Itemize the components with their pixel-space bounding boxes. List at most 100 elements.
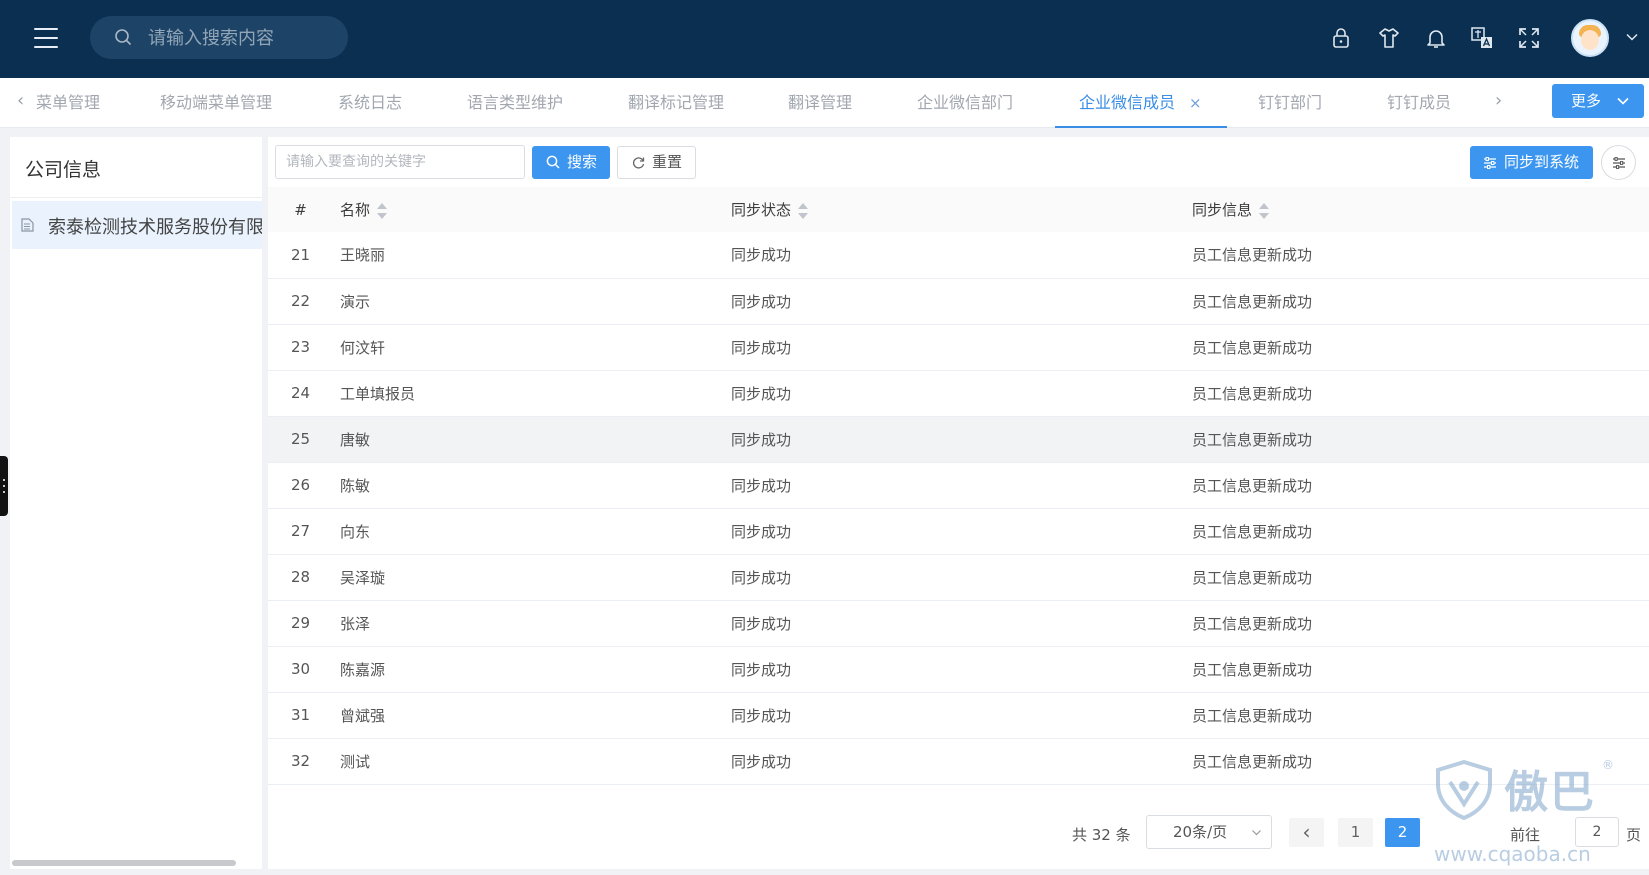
search-button-label: 搜索 (567, 153, 598, 171)
more-tabs-label: 更多 (1571, 92, 1602, 110)
tab-label: 钉钉成员 (1387, 93, 1452, 112)
tab-label: 翻译标记管理 (628, 93, 725, 112)
keyword-search-input[interactable] (275, 145, 525, 179)
table-row[interactable]: 25 唐敏 同步成功 员工信息更新成功 (268, 416, 1649, 463)
sort-icon[interactable] (798, 202, 809, 219)
page-size-value: 20条/页 (1173, 823, 1228, 841)
row-status: 同步成功 (724, 646, 1185, 693)
table-header-row: # 名称 同步状态 同步信息 (268, 187, 1649, 232)
table-row[interactable]: 24 工单填报员 同步成功 员工信息更新成功 (268, 370, 1649, 417)
tabs-bar: ‹ 菜单管理 移动端菜单管理 系统日志 语言类型维护 翻译标记管理 翻译管理 企… (0, 78, 1649, 128)
table-row[interactable]: 28 吴泽璇 同步成功 员工信息更新成功 (268, 554, 1649, 601)
reset-button[interactable]: 重置 (617, 146, 696, 179)
tab-wecom-departments[interactable]: 企业微信部门 (917, 78, 1013, 128)
document-icon (21, 218, 34, 232)
table-row[interactable]: 32 测试 同步成功 员工信息更新成功 (268, 738, 1649, 785)
row-status: 同步成功 (724, 554, 1185, 601)
table-row[interactable]: 31 曾斌强 同步成功 员工信息更新成功 (268, 692, 1649, 739)
page-2-button[interactable]: 2 (1385, 818, 1420, 847)
reset-button-label: 重置 (652, 153, 683, 171)
bell-icon[interactable] (1424, 26, 1448, 50)
tab-mobile-menu-management[interactable]: 移动端菜单管理 (160, 78, 272, 128)
column-header-label: 同步状态 (731, 201, 792, 219)
chevron-down-icon[interactable] (1625, 30, 1639, 44)
row-name: 陈敏 (333, 462, 724, 509)
row-index: 28 (268, 554, 333, 601)
chevron-down-icon (1617, 97, 1629, 105)
theme-icon[interactable] (1377, 26, 1401, 50)
table-row[interactable]: 22 演示 同步成功 员工信息更新成功 (268, 278, 1649, 325)
row-status: 同步成功 (724, 416, 1185, 463)
company-panel-title: 公司信息 (25, 159, 102, 181)
table-row[interactable]: 27 向东 同步成功 员工信息更新成功 (268, 508, 1649, 555)
table-row[interactable]: 21 王晓丽 同步成功 员工信息更新成功 (268, 232, 1649, 279)
members-table: # 名称 同步状态 同步信息 21 王晓丽 同步成功 员工信息更新成功 22 演示 同步成功… (268, 187, 1649, 785)
row-status: 同步成功 (724, 370, 1185, 417)
row-name: 演示 (333, 278, 724, 325)
column-header-info[interactable]: 同步信息 (1185, 187, 1649, 232)
members-panel: 搜索 重置 同步到系统 # 名称 同步状态 同步信息 21王晓丽同步成功员工信息… (268, 137, 1649, 869)
close-icon[interactable]: × (1189, 94, 1202, 112)
tab-dingtalk-members[interactable]: 钉钉成员 (1387, 78, 1451, 128)
tab-language-type[interactable]: 语言类型维护 (467, 78, 563, 128)
table-row[interactable]: 29 张泽 同步成功 员工信息更新成功 (268, 600, 1649, 647)
row-index: 22 (268, 278, 333, 325)
goto-page-input[interactable] (1575, 817, 1619, 847)
lock-icon[interactable] (1329, 26, 1353, 50)
goto-suffix: 页 (1626, 826, 1642, 844)
row-info: 员工信息更新成功 (1185, 232, 1649, 279)
row-info: 员工信息更新成功 (1185, 278, 1649, 325)
sync-to-system-button[interactable]: 同步到系统 (1470, 146, 1593, 179)
tab-menu-management[interactable]: 菜单管理 (36, 78, 100, 128)
tab-wecom-members[interactable]: 企业微信成员 × (1055, 78, 1227, 128)
global-search[interactable] (90, 16, 348, 59)
table-row[interactable]: 23 何汶轩 同步成功 员工信息更新成功 (268, 324, 1649, 371)
panel-drag-handle[interactable] (0, 456, 8, 516)
tab-label: 菜单管理 (36, 93, 101, 112)
row-name: 何汶轩 (333, 324, 724, 371)
row-status: 同步成功 (724, 462, 1185, 509)
row-name: 唐敏 (333, 416, 724, 463)
row-info: 员工信息更新成功 (1185, 738, 1649, 785)
translate-icon[interactable] (1470, 26, 1494, 50)
sort-icon[interactable] (1259, 202, 1270, 219)
table-row[interactable]: 30 陈嘉源 同步成功 员工信息更新成功 (268, 646, 1649, 693)
row-name: 吴泽璇 (333, 554, 724, 601)
row-info: 员工信息更新成功 (1185, 554, 1649, 601)
sort-icon[interactable] (377, 202, 388, 219)
tab-label: 钉钉部门 (1258, 93, 1323, 112)
row-index: 25 (268, 416, 333, 463)
page-size-select[interactable]: 20条/页 (1146, 815, 1272, 849)
tab-system-log[interactable]: 系统日志 (338, 78, 402, 128)
sliders-icon (1484, 157, 1496, 169)
row-name: 工单填报员 (333, 370, 724, 417)
tab-label: 企业微信成员 (1079, 93, 1176, 112)
page-1-button[interactable]: 1 (1338, 818, 1373, 847)
tabs-scroll-right-icon[interactable]: › (1495, 78, 1502, 128)
row-index: 24 (268, 370, 333, 417)
row-index: 32 (268, 738, 333, 785)
company-tree-item[interactable]: 索泰检测技术服务股份有限公司 (12, 201, 262, 249)
row-status: 同步成功 (724, 692, 1185, 739)
search-button[interactable]: 搜索 (532, 146, 610, 179)
table-row[interactable]: 26 陈敏 同步成功 员工信息更新成功 (268, 462, 1649, 509)
avatar[interactable] (1571, 19, 1609, 57)
column-header-status[interactable]: 同步状态 (724, 187, 1185, 232)
fullscreen-icon[interactable] (1517, 26, 1541, 50)
company-panel: 公司信息 索泰检测技术服务股份有限公司 (10, 137, 262, 869)
row-index: 30 (268, 646, 333, 693)
column-settings-button[interactable] (1601, 145, 1636, 180)
global-search-input[interactable] (148, 26, 338, 50)
tab-translation-management[interactable]: 翻译管理 (788, 78, 852, 128)
sliders-icon (1613, 157, 1625, 169)
more-tabs-button[interactable]: 更多 (1552, 84, 1644, 118)
tab-dingtalk-departments[interactable]: 钉钉部门 (1258, 78, 1322, 128)
column-header-name[interactable]: 名称 (333, 187, 724, 232)
row-index: 31 (268, 692, 333, 739)
menu-icon[interactable] (34, 28, 58, 48)
tab-translation-marks[interactable]: 翻译标记管理 (628, 78, 724, 128)
horizontal-scrollbar[interactable] (12, 860, 236, 866)
column-header-label: 名称 (340, 201, 371, 219)
tabs-scroll-left-icon[interactable]: ‹ (17, 78, 24, 128)
prev-page-button[interactable]: ‹ (1289, 818, 1324, 847)
